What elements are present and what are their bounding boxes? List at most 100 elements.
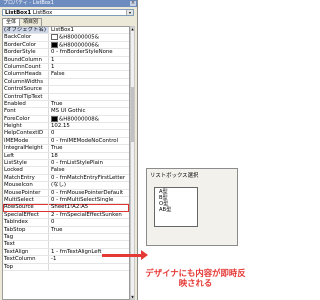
property-value[interactable]: 0 - fmMousePointerDefault (50, 190, 129, 196)
tab-alphabetic[interactable]: 全体 (2, 18, 21, 26)
property-value[interactable]: 1 (50, 64, 129, 70)
property-row[interactable]: ColumnWidths (3, 78, 129, 87)
property-row[interactable]: MouseIcon (なし) (3, 182, 129, 190)
property-value-text: 0 - fmMatchEntryFirstLetter (51, 174, 126, 181)
property-row[interactable]: TextColumn -1 (3, 256, 129, 264)
property-value-text: False (51, 167, 65, 174)
property-name: MultiSelect (3, 196, 49, 204)
property-row[interactable]: Enabled True (3, 100, 129, 109)
property-row[interactable]: ColumnHeads False (3, 71, 129, 79)
property-row[interactable]: ColumnCount 1 (3, 63, 129, 72)
property-row[interactable]: ListStyle 0 - fmListStylePlain (3, 160, 129, 168)
property-row[interactable]: BorderStyle 0 - fmBorderStyleNone (3, 49, 129, 57)
property-value[interactable]: 0 - fmListStylePlain (50, 160, 129, 166)
property-row[interactable]: ControlSource (3, 86, 129, 94)
property-value-text: 0 - fmIMEModeNoControl (51, 137, 119, 144)
property-row[interactable]: MatchEntry 0 - fmMatchEntryFirstLetter (3, 174, 129, 183)
property-name: ColumnHeads (3, 71, 49, 78)
property-value[interactable]: 0 (50, 130, 129, 136)
property-value-text: &H80000005& (59, 34, 99, 41)
close-button[interactable]: × (130, 1, 136, 6)
property-value-text: False (51, 71, 65, 78)
listbox-preview[interactable]: A型 B型 O型 AB型 (154, 187, 198, 227)
property-row[interactable]: MousePointer 0 - fmMousePointerDefault (3, 189, 129, 197)
property-value-text: &H80000008& (59, 116, 99, 123)
object-selector[interactable]: ListBox1 ListBox ▾ (2, 9, 134, 16)
property-value[interactable]: False (50, 71, 129, 77)
property-row[interactable]: BorderColor &H80000006& (3, 41, 129, 50)
property-row[interactable]: IMEMode 0 - fmIMEModeNoControl (3, 137, 129, 146)
property-value[interactable]: MS UI Gothic (50, 108, 129, 114)
property-value[interactable]: Sheet1!A2:A5 (50, 204, 129, 210)
property-row[interactable]: SpecialEffect 2 - fmSpecialEffectSunken (3, 211, 129, 220)
property-value[interactable]: ListBox1 (50, 27, 129, 33)
property-row[interactable]: BoundColumn 1 (3, 56, 129, 64)
object-type: ListBox (32, 10, 53, 16)
property-row[interactable]: Text (3, 241, 129, 249)
property-value-text: &H80000006& (59, 42, 99, 49)
property-value[interactable]: False (50, 167, 129, 173)
scrollbar-thumb[interactable] (131, 87, 134, 142)
property-row[interactable]: Tag (3, 233, 129, 242)
property-value-text: 102.15 (51, 123, 70, 130)
property-value-text: 0 - fmListStylePlain (51, 160, 103, 167)
property-name: TabIndex (3, 219, 49, 226)
property-name: IntegralHeight (3, 145, 49, 152)
property-row[interactable]: Height 102.15 (3, 123, 129, 131)
property-name: MatchEntry (3, 174, 49, 182)
property-value-text: 1 - fmTextAlignLeft (51, 248, 102, 255)
property-row[interactable]: Left 18 (3, 152, 129, 161)
property-value[interactable]: &H80000008& (50, 115, 129, 123)
property-value[interactable]: 0 (50, 219, 129, 225)
property-row[interactable]: HelpContextID 0 (3, 130, 129, 138)
property-row[interactable]: (オブジェクト名) ListBox1 (3, 27, 129, 35)
property-row[interactable]: TabStop True (3, 226, 129, 234)
property-value[interactable]: &H80000005& (50, 34, 129, 41)
property-value-text: 2 - fmSpecialEffectSunken (51, 211, 122, 218)
chevron-down-icon[interactable]: ▾ (126, 10, 133, 15)
userform-preview: リストボックス選択 A型 B型 O型 AB型 (146, 168, 238, 246)
property-value[interactable]: &H80000006& (50, 41, 129, 49)
property-name: BorderColor (3, 41, 49, 49)
property-value[interactable]: 0 - fmMultiSelectSingle (50, 197, 129, 203)
property-row[interactable]: TabIndex 0 (3, 219, 129, 227)
property-value[interactable]: (なし) (50, 182, 129, 188)
property-value[interactable]: -1 (50, 256, 129, 262)
form-title: リストボックス選択 (150, 173, 199, 179)
property-value[interactable]: True (50, 145, 129, 151)
property-name: BoundColumn (3, 56, 49, 63)
property-value[interactable]: True (50, 227, 129, 233)
property-row[interactable]: RowSource Sheet1!A2:A5 (3, 204, 129, 212)
color-swatch-icon (51, 115, 58, 122)
property-value[interactable]: 102.15 (50, 123, 129, 129)
property-name: Text (3, 241, 49, 248)
property-value[interactable]: 0 - fmIMEModeNoControl (50, 138, 129, 144)
property-row[interactable]: MultiSelect 0 - fmMultiSelectSingle (3, 196, 129, 205)
property-row[interactable]: Locked False (3, 167, 129, 175)
property-row[interactable]: ControlTipText (3, 93, 129, 101)
property-row[interactable]: BackColor &H80000005& (3, 34, 129, 42)
property-row[interactable]: ForeColor &H80000008& (3, 115, 129, 124)
property-value[interactable]: 0 - fmMatchEntryFirstLetter (50, 175, 129, 181)
property-value[interactable]: 2 - fmSpecialEffectSunken (50, 212, 129, 218)
property-name: ControlTipText (3, 93, 49, 100)
property-name: RowSource (3, 204, 49, 211)
property-value-text: 0 - fmBorderStyleNone (51, 49, 113, 56)
property-value[interactable]: True (50, 101, 129, 107)
tab-categorized[interactable]: 項目別 (19, 18, 43, 26)
property-value[interactable]: 18 (50, 153, 129, 159)
property-value[interactable]: 1 (50, 57, 129, 63)
color-swatch-icon (51, 41, 58, 48)
list-item[interactable]: AB型 (157, 207, 195, 213)
property-row[interactable]: IntegralHeight True (3, 145, 129, 153)
property-value[interactable]: 0 - fmBorderStyleNone (50, 49, 129, 55)
scroll-up-icon[interactable]: ▲ (131, 27, 134, 31)
property-row[interactable]: Top (3, 263, 129, 271)
property-row[interactable]: Font MS UI Gothic (3, 108, 129, 116)
vertical-scrollbar[interactable]: ▲ ▼ (130, 26, 135, 300)
property-value-text: True (51, 145, 63, 152)
property-name: (オブジェクト名) (3, 27, 49, 34)
property-value-text: 0 (51, 219, 55, 226)
property-name: IMEMode (3, 137, 49, 145)
scroll-down-icon[interactable]: ▼ (131, 295, 134, 299)
